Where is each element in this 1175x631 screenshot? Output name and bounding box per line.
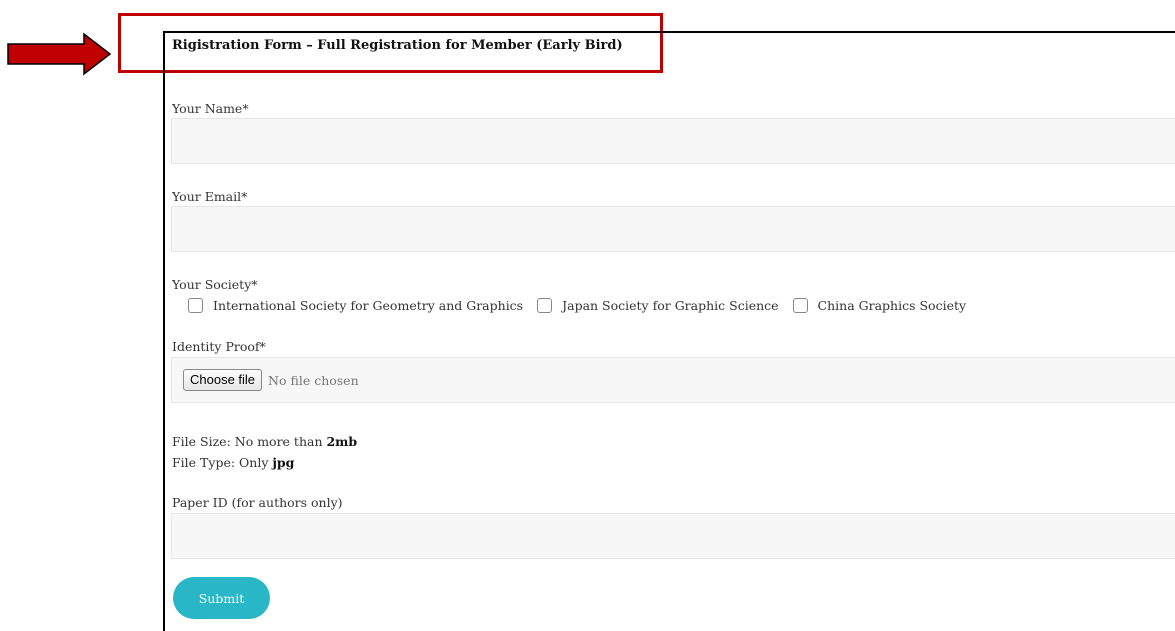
choose-file-button[interactable]: Choose file: [183, 369, 263, 391]
checkbox[interactable]: [792, 297, 808, 313]
file-size-value: 2mb: [326, 434, 358, 449]
file-type-prefix: File Type: Only: [172, 455, 273, 470]
society-option-cgs[interactable]: China Graphics Society: [792, 297, 967, 313]
file-size-prefix: File Size: No more than: [172, 434, 327, 449]
file-status: No file chosen: [268, 372, 359, 388]
checkbox[interactable]: [537, 297, 553, 313]
red-arrow-icon: [7, 32, 112, 76]
identity-proof-field: Choose file No file chosen: [171, 357, 1175, 403]
email-label: Your Email*: [172, 189, 248, 204]
society-option-jsgs[interactable]: Japan Society for Graphic Science: [537, 297, 779, 313]
society-option-label: Japan Society for Graphic Science: [562, 297, 779, 313]
society-option-label: International Society for Geometry and G…: [213, 297, 524, 313]
society-options: International Society for Geometry and G…: [188, 294, 980, 316]
society-option-label: China Graphics Society: [817, 297, 967, 313]
file-size-info: File Size: No more than 2mb: [172, 434, 357, 449]
paper-id-input[interactable]: [171, 513, 1175, 559]
file-type-info: File Type: Only jpg: [172, 455, 294, 470]
name-label: Your Name*: [172, 101, 249, 116]
society-option-isgg[interactable]: International Society for Geometry and G…: [188, 297, 524, 313]
email-input[interactable]: [171, 206, 1175, 252]
file-type-value: jpg: [272, 455, 295, 470]
name-input[interactable]: [171, 118, 1175, 164]
submit-button[interactable]: Submit: [173, 577, 270, 619]
society-label: Your Society*: [172, 277, 258, 292]
paper-id-label: Paper ID (for authors only): [172, 495, 343, 510]
identity-proof-label: Identity Proof*: [172, 339, 266, 354]
checkbox[interactable]: [188, 297, 203, 313]
form-title: Rigistration Form – Full Registration fo…: [172, 38, 623, 53]
